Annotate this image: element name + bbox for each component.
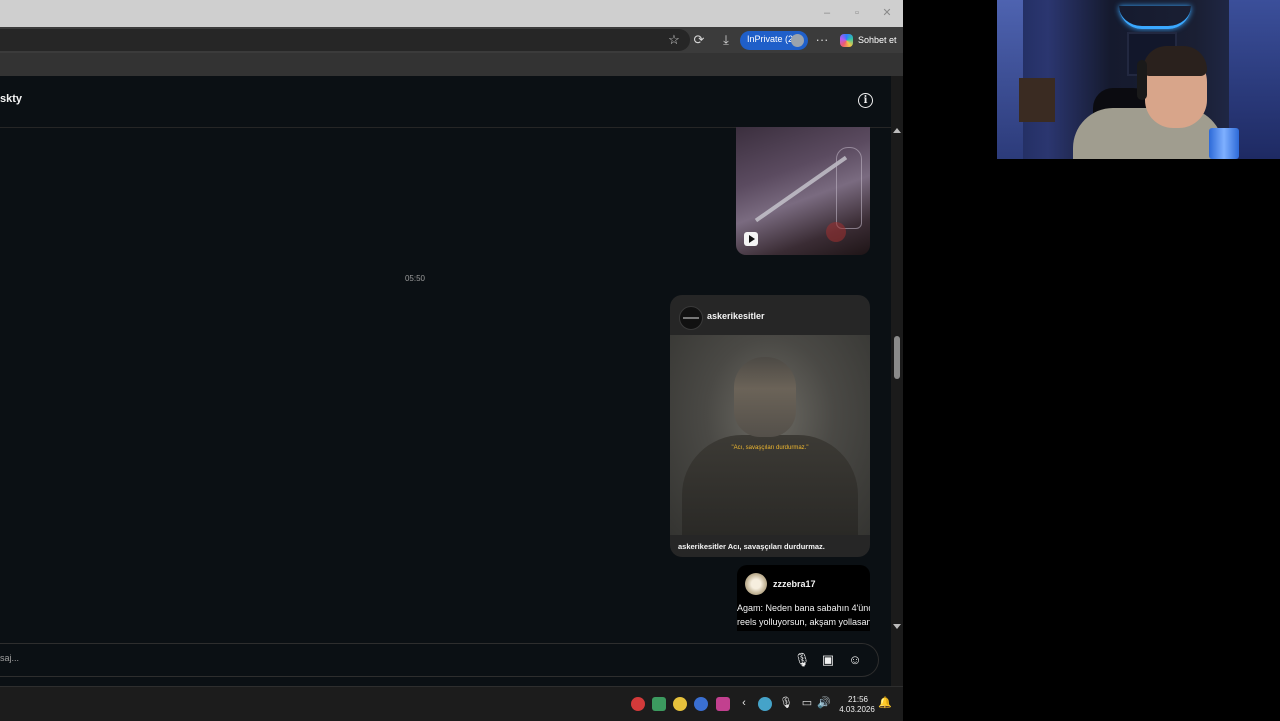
tray-app-icon[interactable]	[652, 697, 666, 711]
clock-date[interactable]: 4.03.2026	[834, 705, 880, 714]
thumbnail-detail	[826, 222, 846, 242]
chat-page: skty i 05:50 askerikesitler "Acı, savaşç…	[0, 76, 891, 686]
image-icon[interactable]: ▣	[819, 651, 837, 669]
shared-reel-thumbnail[interactable]	[736, 127, 870, 255]
chat-header: skty i	[0, 76, 891, 128]
message-timestamp: 05:50	[404, 274, 426, 283]
page-scrollbar[interactable]	[891, 76, 903, 686]
address-bar[interactable]	[0, 29, 690, 51]
clock-time[interactable]: 21:56	[840, 695, 876, 704]
more-icon[interactable]: ···	[813, 32, 831, 48]
inprivate-button[interactable]: InPrivate (2)	[740, 31, 808, 50]
tray-app-icon[interactable]	[694, 697, 708, 711]
shared-post-card[interactable]: askerikesitler "Acı, savaşçıları durdurm…	[670, 295, 870, 557]
tray-app-icon[interactable]	[673, 697, 687, 711]
copilot-label: Sohbet et	[858, 35, 897, 45]
close-button[interactable]: ✕	[877, 5, 897, 21]
reel-play-icon	[744, 232, 758, 246]
copilot-button[interactable]: Sohbet et	[837, 31, 899, 50]
avatar-logo-detail	[683, 317, 699, 319]
downloads-icon[interactable]: ⤓	[717, 32, 735, 48]
tray-app-icon[interactable]	[631, 697, 645, 711]
sticker-icon[interactable]: ☺	[846, 651, 864, 669]
post-author-avatar[interactable]	[745, 573, 767, 595]
scroll-up-arrow-icon[interactable]	[893, 128, 901, 133]
play-triangle	[749, 235, 755, 243]
volume-icon[interactable]: 🔊	[817, 696, 831, 710]
maximize-button[interactable]: ▫	[847, 5, 867, 21]
post-image-figure	[734, 357, 796, 437]
browser-titlebar: – ▫ ✕	[0, 0, 903, 27]
webcam-headset	[1137, 60, 1147, 100]
taskbar: ‹ 🎙 ▭ 🔊 21:56 4.03.2026 🔔	[0, 686, 903, 721]
copilot-icon	[840, 34, 853, 47]
profile-avatar-icon	[791, 34, 804, 47]
post-image[interactable]: "Acı, savaşçıları durdurmaz."	[670, 335, 870, 535]
extensions-icon[interactable]: ⟳	[690, 32, 708, 48]
microphone-icon[interactable]: 🎙	[793, 651, 811, 669]
chat-title[interactable]: skty	[0, 93, 22, 105]
tray-app-icon[interactable]	[716, 697, 730, 711]
minimize-button[interactable]: –	[817, 5, 837, 21]
message-composer: 🎙 ▣ ☺	[0, 643, 879, 677]
notification-bell-icon[interactable]: 🔔	[878, 696, 892, 710]
webcam-detail	[1019, 78, 1055, 122]
webcam-person	[1143, 46, 1207, 76]
post-text-line: Agam: Neden bana sabahın 4'ünde	[737, 603, 870, 613]
microphone-icon[interactable]: 🎙	[779, 696, 793, 710]
webcam-overlay	[997, 0, 1280, 159]
post-image-subtitle: "Acı, savaşçıları durdurmaz."	[731, 445, 809, 451]
tray-app-icon[interactable]	[758, 697, 772, 711]
scroll-down-arrow-icon[interactable]	[893, 624, 901, 629]
post-caption: askerikesitler Acı, savaşçıları durdurma…	[678, 542, 825, 551]
tray-chevron-icon[interactable]: ‹	[737, 696, 751, 710]
favorite-star-icon[interactable]: ☆	[665, 32, 683, 48]
message-input[interactable]	[0, 653, 600, 663]
favorites-bar	[0, 53, 903, 77]
shared-post-card-2[interactable]: zzzebra17 Agam: Neden bana sabahın 4'ünd…	[737, 565, 870, 631]
post-text-line: reels yolluyorsun, akşam yollasana	[737, 617, 870, 627]
thumbnail-detail	[836, 147, 862, 229]
network-icon[interactable]: ▭	[800, 696, 814, 710]
post-author-avatar[interactable]	[679, 306, 703, 330]
info-icon[interactable]: i	[858, 93, 873, 108]
webcam-neon-sign	[1119, 6, 1191, 29]
webcam-cup	[1209, 128, 1239, 159]
thumbnail-detail	[754, 155, 848, 223]
inprivate-label: InPrivate (2)	[747, 34, 797, 44]
scroll-thumb[interactable]	[894, 336, 900, 379]
post-author-username[interactable]: askerikesitler	[707, 311, 765, 321]
post-author-username[interactable]: zzzebra17	[773, 579, 816, 589]
